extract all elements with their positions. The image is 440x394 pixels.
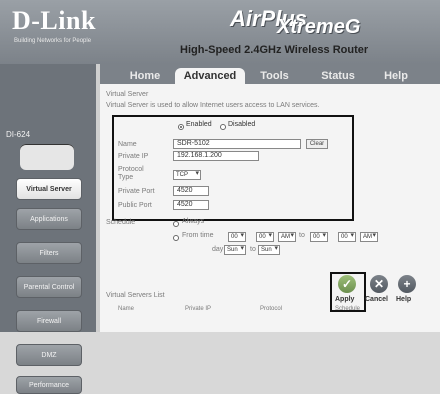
public-port-label: Public Port xyxy=(118,202,152,209)
private-port-label: Private Port xyxy=(118,188,155,195)
tab-help[interactable]: Help xyxy=(376,68,416,84)
enabled-label: Enabled xyxy=(186,121,212,128)
product-subtitle: High-Speed 2.4GHz Wireless Router xyxy=(180,44,369,56)
private-port-field[interactable]: 4520 xyxy=(173,186,209,196)
schedule-label: Schedule xyxy=(106,219,136,226)
public-port-field[interactable]: 4520 xyxy=(173,200,209,210)
help-label[interactable]: Help xyxy=(396,296,411,303)
to-hour-select[interactable]: 00 xyxy=(310,232,328,242)
tab-tools[interactable]: Tools xyxy=(252,68,297,84)
header: D-Link Building Networks for People AirP… xyxy=(0,0,440,64)
tab-advanced[interactable]: Advanced xyxy=(175,68,245,84)
sidebar-item-applications[interactable]: Applications xyxy=(16,208,82,230)
help-icon[interactable]: + xyxy=(398,275,416,293)
from-hour-select[interactable]: 00 xyxy=(228,232,246,242)
product-logo: AirPlus XtremeG xyxy=(205,6,435,46)
to-label: to xyxy=(299,232,305,239)
to-ampm-select[interactable]: AM xyxy=(360,232,378,242)
schedule-from-radio[interactable] xyxy=(173,235,179,241)
router-device-icon xyxy=(20,144,74,170)
protocol-type-label: Protocol Type xyxy=(118,166,144,181)
virtual-server-description: Virtual Server is used to allow Internet… xyxy=(106,102,320,109)
from-ampm-select[interactable]: AM xyxy=(278,232,296,242)
model-label: DI-624 xyxy=(6,130,31,139)
protocol-select[interactable]: TCP xyxy=(173,170,201,180)
schedule-always-label: Always xyxy=(182,218,205,225)
schedule-always-radio[interactable] xyxy=(173,221,179,227)
from-minute-select[interactable]: 00 xyxy=(256,232,274,242)
list-col-schedule: Schedule xyxy=(335,306,361,312)
day-label: day xyxy=(212,246,224,253)
brand-tagline: Building Networks for People xyxy=(14,38,92,44)
disabled-label: Disabled xyxy=(228,121,256,128)
private-ip-label: Private IP xyxy=(118,153,149,160)
schedule-from-label: From time xyxy=(182,232,214,239)
clear-button[interactable]: Clear xyxy=(306,139,328,149)
brand-logo: D-Link xyxy=(12,6,96,35)
day-to-label: to xyxy=(250,246,256,253)
tab-home[interactable]: Home xyxy=(120,68,170,84)
private-ip-field[interactable]: 192.168.1.200 xyxy=(173,151,259,161)
name-label: Name xyxy=(118,141,137,148)
sidebar-item-filters[interactable]: Filters xyxy=(16,242,82,264)
content-panel: Virtual Server Virtual Server is used to… xyxy=(100,86,440,332)
virtual-servers-list-title: Virtual Servers List xyxy=(106,292,165,299)
enabled-radio[interactable] xyxy=(178,124,184,130)
cancel-icon[interactable]: ✕ xyxy=(370,275,388,293)
app-frame: D-Link Building Networks for People AirP… xyxy=(0,0,440,394)
disabled-radio[interactable] xyxy=(220,124,226,130)
name-field[interactable]: SDR-5102 xyxy=(173,139,301,149)
sidebar-item-firewall[interactable]: Firewall xyxy=(16,310,82,332)
product-line-2: XtremeG xyxy=(277,16,361,38)
tab-status[interactable]: Status xyxy=(312,68,364,84)
sidebar-item-dmz[interactable]: DMZ xyxy=(16,344,82,366)
list-col-protocol: Protocol xyxy=(260,306,283,312)
sidebar-item-performance[interactable]: Performance xyxy=(16,376,82,394)
virtual-server-title: Virtual Server xyxy=(106,91,149,98)
apply-label[interactable]: Apply xyxy=(335,296,354,303)
day-from-select[interactable]: Sun xyxy=(224,245,246,255)
list-col-private-ip: Private IP xyxy=(185,306,212,312)
sidebar-item-virtual-server[interactable]: Virtual Server xyxy=(16,178,82,200)
apply-icon[interactable]: ✓ xyxy=(338,275,356,293)
sidebar-item-parental-control[interactable]: Parental Control xyxy=(16,276,82,298)
sidebar: DI-624 Virtual Server Applications Filte… xyxy=(0,64,96,394)
day-to-select[interactable]: Sun xyxy=(258,245,280,255)
to-minute-select[interactable]: 00 xyxy=(338,232,356,242)
list-col-name: Name xyxy=(118,306,135,312)
cancel-label[interactable]: Cancel xyxy=(365,296,388,303)
